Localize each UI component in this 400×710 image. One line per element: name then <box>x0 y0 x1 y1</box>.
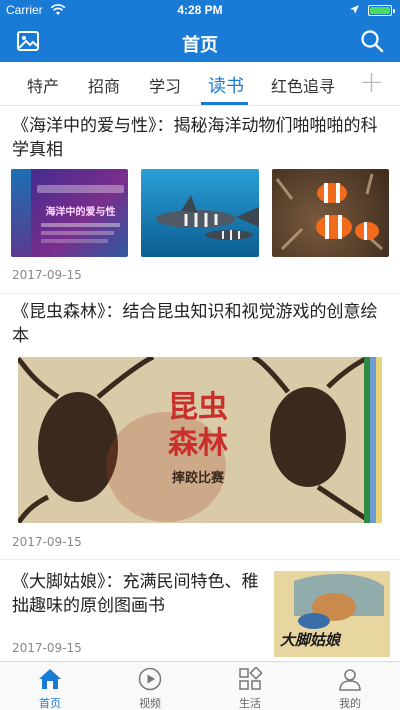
bigfoot-cover-title: 大脚姑娘 <box>280 631 341 649</box>
location-arrow-icon <box>350 5 359 14</box>
top-bar: Carrier 4:28 PM 首页 <box>0 0 400 62</box>
bottom-tab-label: 生活 <box>239 697 261 710</box>
beetle-book-cover-image[interactable]: 昆虫 森林 摔跤比赛 <box>18 357 382 523</box>
article-item[interactable]: 《昆虫森林》：结合昆虫知识和视觉游戏的创意绘本 昆虫 森林 摔跤比赛 2017-… <box>0 294 400 560</box>
page-title: 首页 <box>182 35 218 56</box>
grid-icon <box>239 667 262 690</box>
ocean-book-cover-image[interactable]: 海洋中的爱与性 <box>11 169 128 257</box>
tab-zhaoshang[interactable]: 招商 <box>88 73 120 97</box>
tab-hongse[interactable]: 红色追寻 <box>271 73 335 97</box>
active-tab-indicator <box>201 102 248 105</box>
bottom-tab-label: 视频 <box>139 697 161 710</box>
bottom-tab-video[interactable]: 视频 <box>100 662 200 710</box>
article-date: 2017-09-15 <box>12 641 82 655</box>
article-title[interactable]: 《海洋中的爱与性》：揭秘海洋动物们啪啪啪的科学真相 <box>12 114 386 162</box>
bottom-tab-life[interactable]: 生活 <box>200 662 300 710</box>
beetle-cover-title-line1: 昆虫 <box>168 390 228 425</box>
article-title[interactable]: 《昆虫森林》：结合昆虫知识和视觉游戏的创意绘本 <box>12 300 386 348</box>
beetle-cover-subtitle: 摔跤比赛 <box>171 471 224 486</box>
bigfoot-book-cover-image[interactable]: 大脚姑娘 <box>274 571 390 657</box>
sharks-photo-image[interactable] <box>141 169 259 257</box>
clownfish-photo-image[interactable] <box>272 169 389 257</box>
beetle-cover-title-line2: 森林 <box>168 426 228 461</box>
user-icon <box>339 669 361 691</box>
add-tab-icon[interactable]: + <box>359 68 384 98</box>
article-date: 2017-09-15 <box>12 268 82 282</box>
tab-xuexi[interactable]: 学习 <box>149 73 181 97</box>
article-date: 2017-09-15 <box>12 535 82 549</box>
ocean-cover-caption: 海洋中的爱与性 <box>45 207 116 218</box>
bottom-tab-bar: 首页 视频 生活 我的 <box>0 661 400 710</box>
tab-fade <box>334 62 354 105</box>
play-icon <box>138 667 162 691</box>
article-item[interactable]: 《大脚姑娘》：充满民间特色、稚拙趣味的原创图画书 大脚姑娘 2017-09-15 <box>0 560 400 661</box>
status-bar: Carrier 4:28 PM <box>0 0 400 20</box>
tab-dushu[interactable]: 读书 <box>208 72 244 98</box>
search-icon[interactable] <box>360 29 384 53</box>
category-tabs: 特产 招商 学习 读书 红色追寻 + <box>0 62 400 106</box>
article-title[interactable]: 《大脚姑娘》：充满民间特色、稚拙趣味的原创图画书 <box>12 570 266 618</box>
battery-icon <box>368 5 395 16</box>
bottom-tab-me[interactable]: 我的 <box>300 662 400 710</box>
clock: 4:28 PM <box>177 3 223 17</box>
bottom-tab-label: 首页 <box>39 697 61 710</box>
nav-bar: 首页 <box>0 20 400 62</box>
tab-techan[interactable]: 特产 <box>27 73 59 97</box>
bottom-tab-label: 我的 <box>339 697 361 710</box>
bottom-tab-home[interactable]: 首页 <box>0 662 100 710</box>
home-icon <box>39 669 61 689</box>
article-item[interactable]: 《海洋中的爱与性》：揭秘海洋动物们啪啪啪的科学真相 海洋中的爱与性 2017-0… <box>0 106 400 294</box>
